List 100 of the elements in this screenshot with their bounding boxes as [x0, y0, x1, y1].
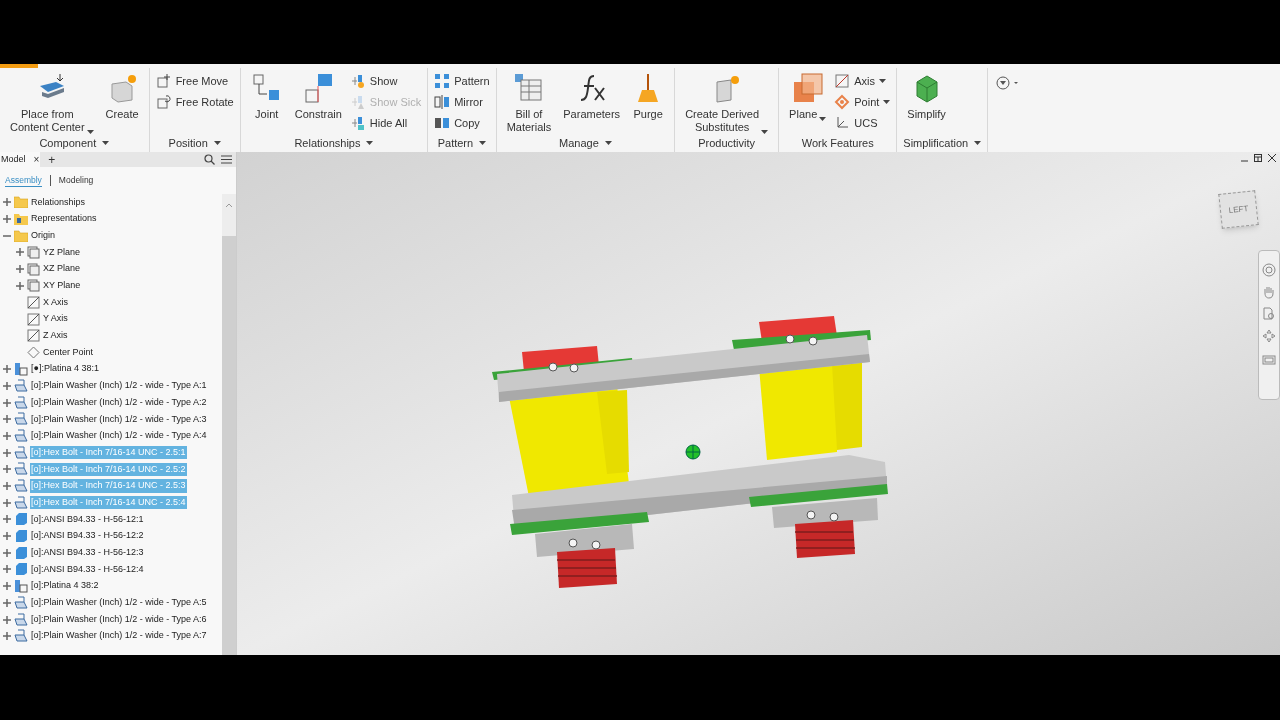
expand-icon[interactable]: [3, 381, 11, 390]
browser-tab[interactable]: Model: [1, 152, 26, 167]
restore-icon[interactable]: [1254, 154, 1262, 162]
ribbon-group-label[interactable]: Work Features: [785, 134, 891, 152]
tree-item[interactable]: [o]:Plain Washer (Inch) 1/2 - wide - Type A:7: [30, 629, 208, 643]
add-tab-button[interactable]: +: [48, 153, 56, 166]
tree-item[interactable]: XY Plane: [42, 279, 82, 293]
view-cube[interactable]: LEFT: [1218, 190, 1259, 229]
ribbon-button[interactable]: Bill of Materials: [502, 72, 556, 134]
expand-icon[interactable]: [3, 515, 11, 524]
tree-item[interactable]: [o]:Plain Washer (Inch) 1/2 - wide - Type A:3: [30, 412, 208, 427]
ribbon-group-label[interactable]: Component: [6, 134, 143, 152]
expand-icon[interactable]: [3, 532, 11, 541]
tree-item[interactable]: Y Axis: [42, 312, 69, 326]
ribbon-button[interactable]: Free Rotate: [155, 93, 234, 111]
axis-icon: [27, 295, 40, 309]
tree-item[interactable]: X Axis: [42, 295, 69, 310]
expand-icon[interactable]: [3, 632, 11, 641]
tree-item[interactable]: XZ Plane: [42, 262, 82, 276]
expand-icon[interactable]: [3, 582, 11, 591]
constrain-icon: [302, 72, 335, 104]
tree-item[interactable]: [o]:Plain Washer (Inch) 1/2 - wide - Type A:6: [30, 612, 208, 627]
ribbon-button[interactable]: Parameters: [559, 72, 625, 134]
tree-item[interactable]: Representations: [30, 212, 98, 226]
tree-item[interactable]: [o]:Plain Washer (Inch) 1/2 - wide - Type A:1: [30, 379, 208, 393]
browser-subtab[interactable]: Assembly: [5, 173, 42, 188]
tree-item[interactable]: [o]:ANSI B94.33 - H-56-12:2: [30, 529, 145, 543]
expand-icon[interactable]: [16, 265, 24, 274]
expand-icon[interactable]: [3, 482, 11, 491]
zoom-icon[interactable]: [1262, 307, 1276, 321]
tree-item[interactable]: Z Axis: [42, 329, 69, 343]
ribbon-group-label[interactable]: Position: [155, 134, 234, 152]
show-sick-icon: [349, 94, 366, 110]
expand-icon[interactable]: [3, 615, 11, 624]
ribbon-button[interactable]: Copy: [434, 114, 490, 132]
close-icon[interactable]: [1268, 154, 1276, 162]
caret-icon: [213, 141, 221, 145]
ribbon-button[interactable]: UCS: [834, 114, 891, 132]
expand-icon[interactable]: [3, 415, 11, 424]
expand-icon[interactable]: [3, 598, 11, 607]
expand-icon[interactable]: [3, 215, 11, 224]
expand-icon[interactable]: [3, 398, 11, 407]
tree-item[interactable]: [o]:ANSI B94.33 - H-56-12:1: [30, 512, 145, 527]
tree-item[interactable]: Center Point: [42, 345, 95, 360]
dropdown-circle-icon[interactable]: [996, 76, 1021, 90]
tree-item[interactable]: [o]:ANSI B94.33 - H-56-12:3: [30, 546, 145, 560]
ribbon-group-label[interactable]: Simplification: [903, 134, 982, 152]
ribbon-button[interactable]: Pattern: [434, 72, 490, 90]
tree-item[interactable]: [o]:ANSI B94.33 - H-56-12:4: [30, 562, 145, 577]
solid-icon: [14, 545, 28, 560]
ribbon-button[interactable]: Axis: [834, 72, 891, 90]
ribbon-button[interactable]: Mirror: [434, 93, 490, 111]
expand-icon[interactable]: [3, 198, 11, 207]
expand-icon[interactable]: [16, 281, 24, 290]
tree-item[interactable]: [o]:Plain Washer (Inch) 1/2 - wide - Type A:2: [30, 395, 208, 410]
expand-icon[interactable]: [3, 431, 11, 440]
close-button[interactable]: ×: [33, 154, 40, 165]
ribbon-button[interactable]: Joint: [246, 72, 287, 134]
orbit-icon[interactable]: [1262, 329, 1276, 343]
ribbon-button[interactable]: Free Move: [155, 72, 234, 90]
part-icon: [14, 479, 28, 494]
expand-icon[interactable]: [16, 248, 24, 257]
axis-icon: [834, 73, 851, 89]
ribbon-button[interactable]: Plane: [785, 72, 831, 134]
tree-item[interactable]: [●]:Platina 4 38:1: [30, 362, 100, 376]
ribbon-button[interactable]: Constrain: [290, 72, 346, 134]
ribbon-button[interactable]: Show: [349, 72, 422, 90]
ribbon-button[interactable]: Create: [101, 72, 143, 134]
ribbon-group-label[interactable]: Relationships: [246, 134, 422, 152]
tree-item[interactable]: Origin: [30, 228, 56, 243]
tree-item[interactable]: Relationships: [30, 195, 87, 210]
ribbon-button[interactable]: Simplify: [903, 72, 950, 134]
ribbon-button[interactable]: Point: [834, 93, 891, 111]
scrollbar[interactable]: [222, 194, 236, 655]
ribbon-group-label[interactable]: Productivity: [681, 134, 773, 152]
ribbon-group-label[interactable]: Manage: [502, 134, 669, 152]
expand-icon[interactable]: [3, 448, 11, 457]
ribbon-button[interactable]: Hide All: [349, 114, 422, 132]
tree-item[interactable]: [o]:Platina 4 38:2: [30, 579, 100, 593]
caret-icon: [879, 79, 887, 83]
expand-icon[interactable]: [3, 498, 11, 507]
expand-icon[interactable]: [3, 565, 11, 574]
search-icon[interactable]: [204, 154, 215, 165]
ribbon-button[interactable]: Place from Content Center: [6, 72, 98, 134]
menu-icon[interactable]: [221, 155, 232, 164]
caret-icon: [761, 130, 769, 134]
expand-icon[interactable]: [3, 548, 11, 557]
ribbon-button[interactable]: Purge: [628, 72, 669, 134]
tree-item[interactable]: YZ Plane: [42, 245, 82, 260]
tree-item[interactable]: [o]:Plain Washer (Inch) 1/2 - wide - Type A:4: [30, 429, 208, 443]
solid-icon: [14, 512, 28, 527]
ribbon-group-label[interactable]: Pattern: [434, 134, 490, 152]
expand-icon[interactable]: [3, 365, 11, 374]
scroll-up-icon[interactable]: [225, 202, 233, 208]
tree-item[interactable]: [o]:Plain Washer (Inch) 1/2 - wide - Type A:5: [30, 596, 208, 610]
part-icon: [14, 462, 28, 477]
browser-subtab[interactable]: Modeling: [58, 174, 94, 187]
3d-viewport[interactable]: LEFT: [237, 152, 1280, 655]
expand-icon[interactable]: [3, 465, 11, 474]
ribbon-button[interactable]: Create Derived Substitutes: [681, 72, 773, 134]
